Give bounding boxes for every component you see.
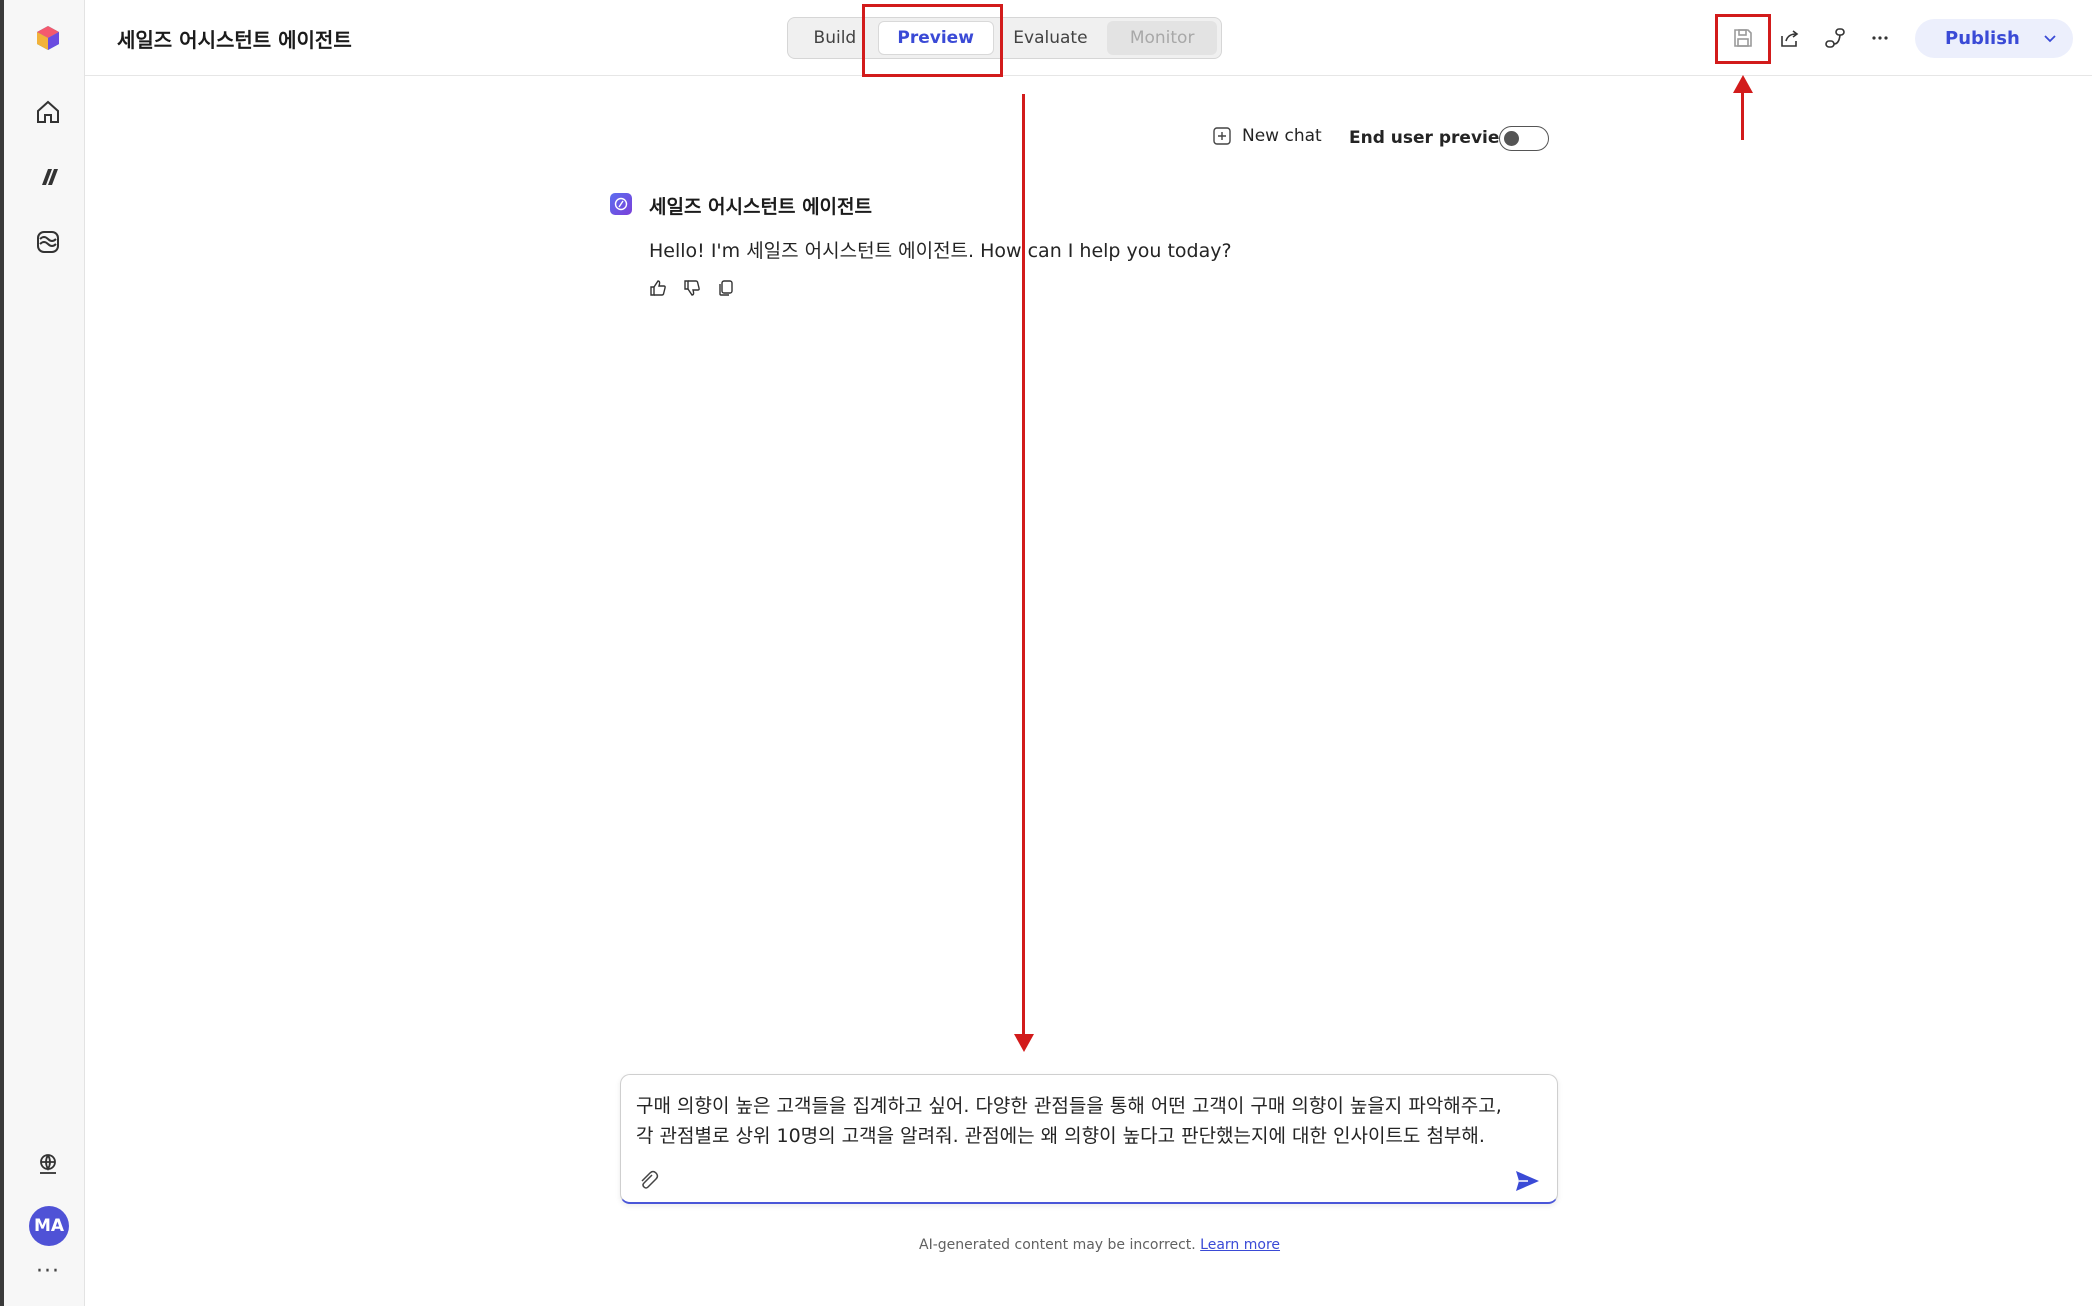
- environment-icon[interactable]: [28, 1145, 68, 1185]
- left-rail: MA ···: [0, 0, 85, 1306]
- agent-title: 세일즈 어시스턴트 에이전트: [117, 28, 352, 52]
- annotation-arrow-up: [1741, 92, 1744, 140]
- more-icon[interactable]: [1860, 18, 1900, 58]
- home-icon[interactable]: [28, 92, 68, 132]
- new-chat-plus-icon: [1213, 127, 1231, 145]
- end-user-preview-label: End user preview: [1349, 128, 1516, 148]
- flows-icon[interactable]: [28, 222, 68, 262]
- publish-button[interactable]: Publish: [1915, 19, 2073, 58]
- chat-composer[interactable]: 구매 의향이 높은 고객들을 집계하고 싶어. 다양한 관점들을 통해 어떤 고…: [620, 1074, 1558, 1204]
- new-chat-label: New chat: [1242, 126, 1322, 146]
- toggle-knob: [1504, 131, 1519, 146]
- tab-evaluate[interactable]: Evaluate: [994, 21, 1108, 55]
- annotation-arrow-down-head: [1014, 1034, 1034, 1052]
- attach-icon[interactable]: [635, 1167, 661, 1193]
- copy-icon[interactable]: [716, 278, 736, 298]
- learn-more-link[interactable]: Learn more: [1200, 1237, 1280, 1253]
- annotation-arrow-down: [1022, 94, 1025, 1036]
- user-avatar[interactable]: MA: [29, 1206, 69, 1246]
- composer-input[interactable]: 구매 의향이 높은 고객들을 집계하고 싶어. 다양한 관점들을 통해 어떤 고…: [636, 1091, 1536, 1151]
- save-highlight-box: [1715, 14, 1771, 64]
- send-icon[interactable]: [1513, 1167, 1541, 1195]
- chevron-down-icon[interactable]: [2041, 29, 2059, 47]
- mode-tabs: Build Preview Evaluate Monitor: [787, 17, 1222, 59]
- disclaimer-text: AI-generated content may be incorrect.: [919, 1237, 1196, 1253]
- agent-avatar-icon: [610, 193, 632, 215]
- message-sender-name: 세일즈 어시스턴트 에이전트: [649, 196, 872, 218]
- preview-highlight-box: [862, 4, 1003, 77]
- new-chat-button[interactable]: New chat: [1212, 126, 1322, 146]
- share-icon[interactable]: [1770, 18, 1810, 58]
- message-actions: [648, 278, 736, 298]
- rail-more-icon[interactable]: ···: [28, 1261, 68, 1286]
- annotation-arrow-up-head: [1733, 75, 1753, 93]
- copilot-studio-logo-icon[interactable]: [28, 18, 68, 58]
- agents-icon[interactable]: [28, 157, 68, 197]
- tab-monitor: Monitor: [1107, 21, 1217, 55]
- end-user-preview-toggle[interactable]: [1499, 126, 1549, 151]
- publish-label: Publish: [1945, 28, 2020, 49]
- thumbs-down-icon[interactable]: [682, 278, 702, 298]
- bot-message-text: Hello! I'm 세일즈 어시스턴트 에이전트. How can I hel…: [649, 240, 1232, 262]
- connect-icon[interactable]: [1815, 18, 1855, 58]
- thumbs-up-icon[interactable]: [648, 278, 668, 298]
